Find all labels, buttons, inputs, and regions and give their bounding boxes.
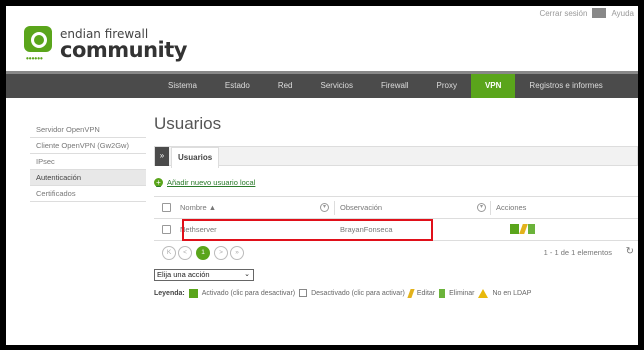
bulk-action-value: Elija una acción xyxy=(157,270,210,279)
pager-info: 1 - 1 de 1 elementos xyxy=(543,248,612,257)
main-content: Usuarios » Usuarios + Añadir nuevo usuar… xyxy=(154,114,638,299)
top-links: Cerrar sesión Ayuda xyxy=(539,8,634,18)
logout-link[interactable]: Cerrar sesión xyxy=(539,9,587,18)
column-divider xyxy=(334,201,335,215)
logo-line2: community xyxy=(60,38,187,62)
select-all-checkbox[interactable] xyxy=(162,203,171,212)
logo[interactable]: •••••• endian firewall community xyxy=(24,20,187,64)
next-page-button[interactable]: > xyxy=(214,246,228,260)
header: •••••• endian firewall community Cerrar … xyxy=(6,6,638,70)
add-user-link[interactable]: + Añadir nuevo usuario local xyxy=(154,176,638,188)
table-row[interactable]: Nethserver BrayanFonseca xyxy=(154,219,638,241)
users-table: Nombre ▲ ▾ Observación ▾ Acciones Nethse… xyxy=(154,196,638,241)
nav-item-vpn[interactable]: VPN xyxy=(470,74,516,98)
bulk-action-select[interactable]: Elija una acción ⌄ xyxy=(154,269,254,281)
column-header-acciones: Acciones xyxy=(496,203,527,212)
delete-trash-icon xyxy=(439,288,446,298)
add-user-link-label: Añadir nuevo usuario local xyxy=(167,177,256,187)
nav-item-firewall[interactable]: Firewall xyxy=(367,74,423,98)
page-title: Usuarios xyxy=(154,114,222,133)
edit-pencil-icon xyxy=(407,288,415,298)
sidebar: Servidor OpenVPN Cliente OpenVPN (Gw2Gw)… xyxy=(30,122,146,202)
prev-page-button[interactable]: < xyxy=(178,246,192,260)
nav-item-red[interactable]: Red xyxy=(264,74,307,98)
app-window: •••••• endian firewall community Cerrar … xyxy=(6,6,638,345)
legend-ldap: No en LDAP xyxy=(492,289,532,297)
highlight-annotation xyxy=(182,219,433,241)
enabled-check-icon xyxy=(188,288,198,298)
column-divider xyxy=(490,201,491,215)
filter-icon[interactable]: ▾ xyxy=(477,203,486,212)
refresh-icon[interactable]: ↻ xyxy=(626,246,634,257)
sidebar-item-ipsec[interactable]: IPsec xyxy=(30,154,146,170)
nav-item-registros[interactable]: Registros e informes xyxy=(515,74,616,98)
legend-inactive: Desactivado (clic para activar) xyxy=(311,289,405,297)
tab-usuarios[interactable]: Usuarios xyxy=(171,147,220,168)
warning-icon xyxy=(478,288,489,298)
row-actions xyxy=(510,224,535,234)
column-header-observacion[interactable]: Observación xyxy=(340,197,382,219)
logo-dots: •••••• xyxy=(26,54,43,63)
nav-item-estado[interactable]: Estado xyxy=(211,74,264,98)
sidebar-item-cliente-openvpn[interactable]: Cliente OpenVPN (Gw2Gw) xyxy=(30,138,146,154)
tabs-bar: » Usuarios xyxy=(154,146,638,168)
tab-toggle-button[interactable]: » xyxy=(155,147,169,166)
edit-pencil-icon[interactable] xyxy=(519,224,528,234)
disabled-box-icon xyxy=(299,289,308,297)
legend-active: Activado (clic para desactivar) xyxy=(201,289,296,297)
nav-item-proxy[interactable]: Proxy xyxy=(423,74,471,98)
delete-trash-icon[interactable] xyxy=(528,224,535,234)
main-nav: Sistema Estado Red Servicios Firewall Pr… xyxy=(6,71,638,98)
plus-icon: + xyxy=(154,177,163,187)
pagination: K < 1 > » 1 - 1 de 1 elementos ↻ xyxy=(154,243,638,265)
user-icon xyxy=(592,8,607,18)
table-header-row: Nombre ▲ ▾ Observación ▾ Acciones xyxy=(154,197,638,219)
nav-item-sistema[interactable]: Sistema xyxy=(154,74,211,98)
help-link[interactable]: Ayuda xyxy=(611,9,634,18)
enabled-check-icon[interactable] xyxy=(510,224,519,234)
row-checkbox[interactable] xyxy=(162,225,171,234)
nav-item-servicios[interactable]: Servicios xyxy=(307,74,367,98)
last-page-button[interactable]: » xyxy=(230,246,244,260)
sidebar-item-servidor-openvpn[interactable]: Servidor OpenVPN xyxy=(30,122,146,138)
current-page[interactable]: 1 xyxy=(196,246,210,260)
legend: Leyenda: Activado (clic para desactivar)… xyxy=(154,287,638,299)
sidebar-item-certificados[interactable]: Certificados xyxy=(30,186,146,202)
column-header-nombre[interactable]: Nombre ▲ xyxy=(180,197,216,219)
first-page-button[interactable]: K xyxy=(162,246,176,260)
sidebar-item-autenticacion[interactable]: Autenticación xyxy=(30,170,146,186)
logo-mark-icon xyxy=(24,26,52,52)
chevron-down-icon: ⌄ xyxy=(244,271,250,278)
legend-edit: Editar xyxy=(416,289,436,297)
legend-label: Leyenda: xyxy=(154,289,185,297)
legend-delete: Eliminar xyxy=(449,289,475,297)
filter-icon[interactable]: ▾ xyxy=(320,203,329,212)
